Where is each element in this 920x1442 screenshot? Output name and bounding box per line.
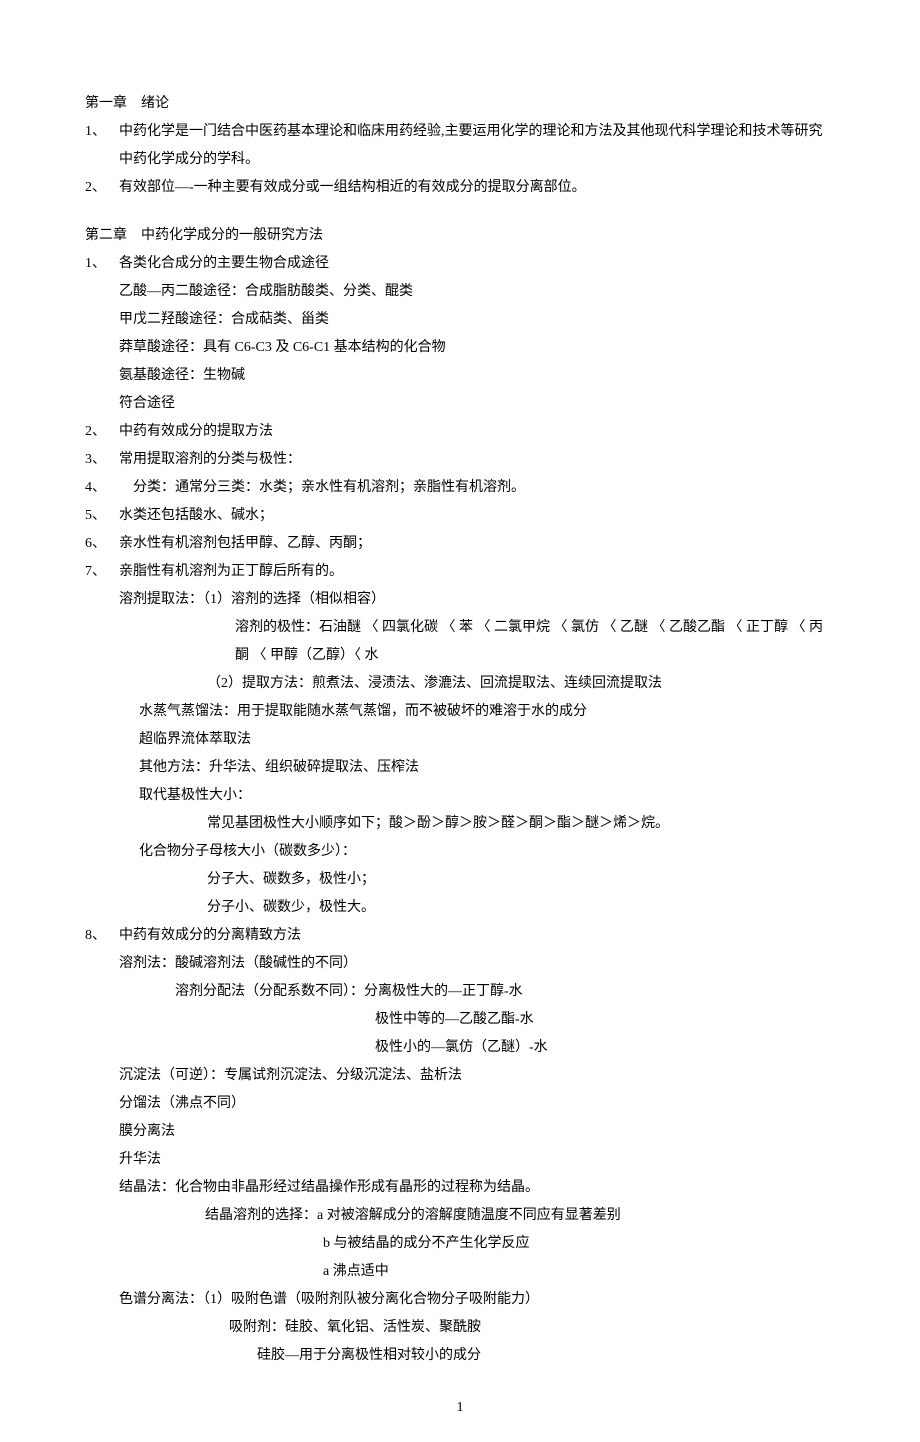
list-item: 1、 中药化学是一门结合中医药基本理论和临床用药经验,主要运用化学的理论和方法及… <box>85 118 835 174</box>
page-number: 1 <box>85 1394 835 1422</box>
sub-item: 色谱分离法：（1）吸附色谱（吸附剂队被分离化合物分子吸附能力） <box>85 1286 835 1314</box>
item-number: 5、 <box>85 502 119 530</box>
list-item: 2、 中药有效成分的提取方法 <box>85 418 835 446</box>
sub-item: 吸附剂：硅胶、氧化铝、活性炭、聚酰胺 <box>85 1314 835 1342</box>
sub-item: （2）提取方法：煎煮法、浸渍法、渗漉法、回流提取法、连续回流提取法 <box>85 670 835 698</box>
sub-item: 其他方法：升华法、组织破碎提取法、压榨法 <box>85 754 835 782</box>
list-item: 7、 亲脂性有机溶剂为正丁醇后所有的。 <box>85 558 835 586</box>
sub-item: 氨基酸途径：生物碱 <box>85 362 835 390</box>
item-number: 4、 <box>85 474 119 502</box>
chapter-2-title: 第二章 中药化学成分的一般研究方法 <box>85 222 835 250</box>
list-item: 4、 分类：通常分三类：水类；亲水性有机溶剂；亲脂性有机溶剂。 <box>85 474 835 502</box>
sub-item: 溶剂法：酸碱溶剂法（酸碱性的不同） <box>85 950 835 978</box>
sub-item: 结晶溶剂的选择：a 对被溶解成分的溶解度随温度不同应有显著差别 <box>85 1202 835 1230</box>
item-number: 8、 <box>85 922 119 950</box>
sub-item: 极性小的—氯仿（乙醚）-水 <box>85 1034 835 1062</box>
item-text: 亲脂性有机溶剂为正丁醇后所有的。 <box>119 558 835 586</box>
item-number: 6、 <box>85 530 119 558</box>
item-text: 各类化合成分的主要生物合成途径 <box>119 250 835 278</box>
list-item: 8、 中药有效成分的分离精致方法 <box>85 922 835 950</box>
sub-item: 分子大、碳数多，极性小； <box>85 866 835 894</box>
sub-item: 超临界流体萃取法 <box>85 726 835 754</box>
item-text: 水类还包括酸水、碱水； <box>119 502 835 530</box>
sub-item: 极性中等的—乙酸乙酯-水 <box>85 1006 835 1034</box>
list-item: 5、 水类还包括酸水、碱水； <box>85 502 835 530</box>
item-text: 中药有效成分的分离精致方法 <box>119 922 835 950</box>
item-text: 中药化学是一门结合中医药基本理论和临床用药经验,主要运用化学的理论和方法及其他现… <box>119 118 835 174</box>
sub-item: 沉淀法（可逆）：专属试剂沉淀法、分级沉淀法、盐析法 <box>85 1062 835 1090</box>
chapter-1-title: 第一章 绪论 <box>85 90 835 118</box>
item-text: 分类：通常分三类：水类；亲水性有机溶剂；亲脂性有机溶剂。 <box>119 474 835 502</box>
sub-item: b 与被结晶的成分不产生化学反应 <box>85 1230 835 1258</box>
item-text: 有效部位—-一种主要有效成分或一组结构相近的有效成分的提取分离部位。 <box>119 174 835 202</box>
sub-item: 溶剂提取法：（1）溶剂的选择（相似相容） <box>85 586 835 614</box>
item-text: 常用提取溶剂的分类与极性： <box>119 446 835 474</box>
sub-item: 膜分离法 <box>85 1118 835 1146</box>
sub-item: 溶剂的极性：石油醚 〈 四氯化碳 〈 苯 〈 二氯甲烷 〈 氯仿 〈 乙醚 〈 … <box>85 614 835 670</box>
sub-item: 升华法 <box>85 1146 835 1174</box>
item-number: 1、 <box>85 250 119 278</box>
item-number: 2、 <box>85 174 119 202</box>
sub-item: 取代基极性大小： <box>85 782 835 810</box>
sub-item: 常见基团极性大小顺序如下；酸＞酚＞醇＞胺＞醛＞酮＞酯＞醚＞烯＞烷。 <box>85 810 835 838</box>
sub-item: 硅胶—用于分离极性相对较小的成分 <box>85 1342 835 1370</box>
list-item: 1、 各类化合成分的主要生物合成途径 <box>85 250 835 278</box>
sub-item: a 沸点适中 <box>85 1258 835 1286</box>
item-number: 1、 <box>85 118 119 174</box>
sub-item: 莽草酸途径：具有 C6-C3 及 C6-C1 基本结构的化合物 <box>85 334 835 362</box>
sub-item: 甲戊二羟酸途径：合成萜类、甾类 <box>85 306 835 334</box>
sub-item: 乙酸—丙二酸途径：合成脂肪酸类、分类、醌类 <box>85 278 835 306</box>
sub-item: 水蒸气蒸馏法：用于提取能随水蒸气蒸馏，而不被破坏的难溶于水的成分 <box>85 698 835 726</box>
list-item: 2、 有效部位—-一种主要有效成分或一组结构相近的有效成分的提取分离部位。 <box>85 174 835 202</box>
sub-item: 化合物分子母核大小（碳数多少）： <box>85 838 835 866</box>
item-number: 2、 <box>85 418 119 446</box>
item-number: 3、 <box>85 446 119 474</box>
item-text: 亲水性有机溶剂包括甲醇、乙醇、丙酮； <box>119 530 835 558</box>
item-number: 7、 <box>85 558 119 586</box>
list-item: 3、 常用提取溶剂的分类与极性： <box>85 446 835 474</box>
sub-item: 溶剂分配法（分配系数不同）：分离极性大的—正丁醇-水 <box>85 978 835 1006</box>
sub-item: 分子小、碳数少，极性大。 <box>85 894 835 922</box>
item-text: 中药有效成分的提取方法 <box>119 418 835 446</box>
list-item: 6、 亲水性有机溶剂包括甲醇、乙醇、丙酮； <box>85 530 835 558</box>
sub-item: 分馏法（沸点不同） <box>85 1090 835 1118</box>
sub-item: 结晶法：化合物由非晶形经过结晶操作形成有晶形的过程称为结晶。 <box>85 1174 835 1202</box>
sub-item: 符合途径 <box>85 390 835 418</box>
